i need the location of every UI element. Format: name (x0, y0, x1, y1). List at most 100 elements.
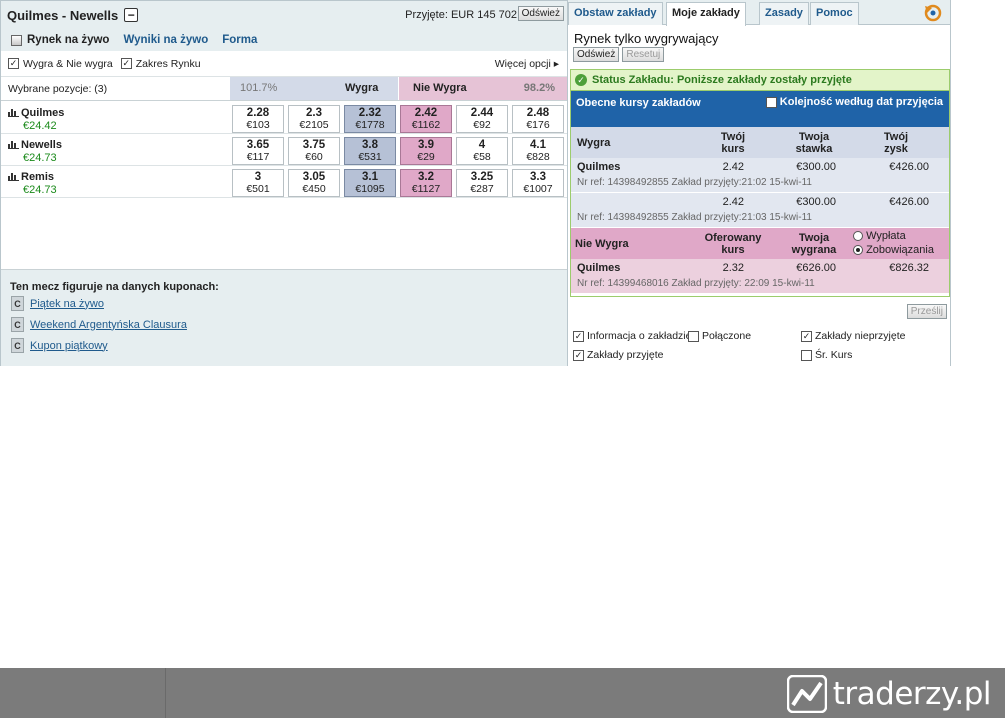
filter-matched[interactable]: ✓ Zakłady przyjęte (573, 349, 663, 361)
price-odds: 3.2 (418, 171, 434, 183)
refresh-button[interactable]: Odśwież (517, 6, 564, 21)
market-title: Quilmes - Newells (7, 7, 119, 23)
lay-price-cell[interactable]: 3.3 €1007 (512, 169, 564, 197)
price-odds: 3.65 (246, 139, 270, 151)
lay-price-cell[interactable]: 3.2 €1127 (400, 169, 452, 197)
price-amount: €1127 (411, 183, 441, 195)
filter-bet-info[interactable]: ✓ Informacja o zakładzie (573, 330, 691, 342)
bet-profit: €426.00 (889, 196, 929, 208)
back-lay-checkbox[interactable]: ✓ (8, 58, 19, 69)
market-depth-checkbox[interactable]: ✓ (120, 58, 132, 69)
unmatched-checkbox[interactable]: ✓ (801, 330, 812, 342)
bar-chart-icon[interactable] (8, 171, 19, 181)
price-odds: 4 (478, 139, 486, 151)
runner-name[interactable]: Newells (21, 139, 62, 151)
price-odds: 3.8 (362, 139, 378, 151)
runner-pl: €24.73 (23, 152, 57, 164)
betslip-refresh-button[interactable]: Odśwież (573, 47, 620, 62)
back-price-cell[interactable]: 2.28 €103 (232, 105, 284, 133)
bet-info-checkbox[interactable]: ✓ (573, 330, 584, 342)
inplay-link[interactable]: Rynek na żywo (11, 34, 109, 46)
lay-bet-row[interactable]: Quilmes 2.32 €626.00 €826.32 Nr ref: 143… (571, 259, 949, 294)
lay-price-cell[interactable]: 4.1 €828 (512, 137, 564, 165)
runner-row: Remis €24.73 3 €501 3.05 €450 3.1 €1095 3.2 €1127… (1, 166, 567, 198)
liability-option[interactable]: Zobowiązania (853, 244, 934, 256)
back-price-cell[interactable]: 2.3 €2105 (288, 105, 340, 133)
price-odds: 2.48 (526, 107, 550, 119)
tab-rules[interactable]: Zasady (759, 2, 809, 25)
footer-bar: traderzy.pl (0, 668, 1005, 718)
price-amount: €1162 (411, 119, 441, 131)
form-link[interactable]: Forma (222, 34, 257, 46)
live-results-link[interactable]: Wyniki na żywo (123, 34, 208, 46)
price-odds: 2.32 (358, 107, 382, 119)
bet-status-text: Status Zakładu: Poniższe zakłady zostały… (592, 74, 852, 86)
coupon-item[interactable]: C Kupon piątkowy (11, 338, 108, 353)
coupon-item[interactable]: C Piątek na żywo (11, 296, 104, 311)
betslip-tabs: Obstaw zakłady Moje zakłady Zasady Pomoc (568, 0, 950, 26)
bet-profit: €426.00 (889, 161, 929, 173)
coupon-link[interactable]: Weekend Argentyńska Clausura (30, 319, 187, 331)
bet-odds: 2.32 (722, 262, 744, 274)
payout-radio[interactable] (853, 231, 863, 242)
back-price-cell[interactable]: 3.65 €117 (232, 137, 284, 165)
matched-label: Zakłady przyjęte (587, 349, 664, 361)
lay-price-cell[interactable]: 2.42 €1162 (400, 105, 452, 133)
combined-checkbox[interactable] (688, 330, 699, 342)
lay-price-cell[interactable]: 2.48 €176 (512, 105, 564, 133)
tab-place-bets[interactable]: Obstaw zakłady (568, 2, 663, 25)
app-root: Quilmes - Newells − Przyjęte: EUR 145 70… (0, 0, 1005, 718)
collapse-icon[interactable]: − (124, 8, 139, 22)
bet-liability: €826.32 (889, 262, 929, 274)
view-options: ✓ Wygra & Nie wygra ✓ Zakres Rynku Więce… (1, 51, 567, 77)
coupon-link[interactable]: Kupon piątkowy (30, 340, 108, 352)
back-price-cell[interactable]: 3.1 €1095 (344, 169, 396, 197)
order-by-date-checkbox[interactable] (765, 96, 777, 108)
lay-price-cell[interactable]: 3.25 €287 (456, 169, 508, 197)
runner-name[interactable]: Remis (21, 171, 54, 183)
back-header-name: Wygra (577, 137, 611, 149)
back-bet-row[interactable]: 2.42 €300.00 €426.00 Nr ref: 14398492855… (571, 193, 949, 228)
back-price-cell[interactable]: 3 €501 (232, 169, 284, 197)
reset-button[interactable]: Resetuj (622, 47, 665, 62)
inplay-checkbox-icon[interactable] (11, 34, 22, 46)
refresh-arrow-icon[interactable] (916, 2, 944, 23)
unmatched-label: Zakłady nieprzyjęte (815, 330, 906, 342)
back-price-cell[interactable]: 3.05 €450 (288, 169, 340, 197)
price-amount: €58 (473, 151, 491, 163)
submit-button[interactable]: Prześlij (906, 304, 947, 319)
bet-stake: €300.00 (796, 196, 836, 208)
bar-chart-icon[interactable] (8, 139, 19, 149)
price-odds: 3.25 (470, 171, 494, 183)
price-odds: 3.3 (530, 171, 546, 183)
bet-stake: €300.00 (796, 161, 836, 173)
back-price-cell[interactable]: 2.32 €1778 (344, 105, 396, 133)
lay-header-payout: Twoja wygrana (791, 232, 837, 256)
filter-unmatched[interactable]: ✓ Zakłady nieprzyjęte (801, 330, 905, 342)
bet-runner: Quilmes (577, 161, 621, 173)
runner-name[interactable]: Quilmes (21, 107, 64, 119)
lay-price-cell[interactable]: 4 €58 (456, 137, 508, 165)
order-by-date-toggle[interactable]: Kolejność według dat przyjęcia (765, 96, 943, 108)
tab-help[interactable]: Pomoc (810, 2, 859, 25)
back-price-cell[interactable]: 3.8 €531 (344, 137, 396, 165)
filter-avg-odds[interactable]: Śr. Kurs (801, 349, 852, 361)
payout-option[interactable]: Wypłata (853, 230, 906, 242)
liability-label: Zobowiązania (866, 244, 934, 256)
back-bet-row[interactable]: Quilmes 2.42 €300.00 €426.00 Nr ref: 143… (571, 158, 949, 193)
coupons-title: Ten mecz figuruje na danych kuponach: (10, 281, 219, 293)
lay-price-cell[interactable]: 2.44 €92 (456, 105, 508, 133)
lay-price-cell[interactable]: 3.9 €29 (400, 137, 452, 165)
brand-name: traderzy.pl (832, 676, 992, 712)
more-options-link[interactable]: Więcej opcji ▸ (495, 58, 559, 70)
filter-combined[interactable]: Połączone (688, 330, 751, 342)
liability-radio[interactable] (853, 245, 863, 256)
coupon-item[interactable]: C Weekend Argentyńska Clausura (11, 317, 187, 332)
matched-checkbox[interactable]: ✓ (573, 349, 584, 361)
back-price-cell[interactable]: 3.75 €60 (288, 137, 340, 165)
coupon-link[interactable]: Piątek na żywo (30, 298, 104, 310)
bar-chart-icon[interactable] (8, 107, 19, 117)
tab-my-bets[interactable]: Moje zakłady (666, 2, 746, 26)
avg-odds-checkbox[interactable] (801, 349, 812, 361)
price-amount: €1095 (355, 183, 385, 195)
